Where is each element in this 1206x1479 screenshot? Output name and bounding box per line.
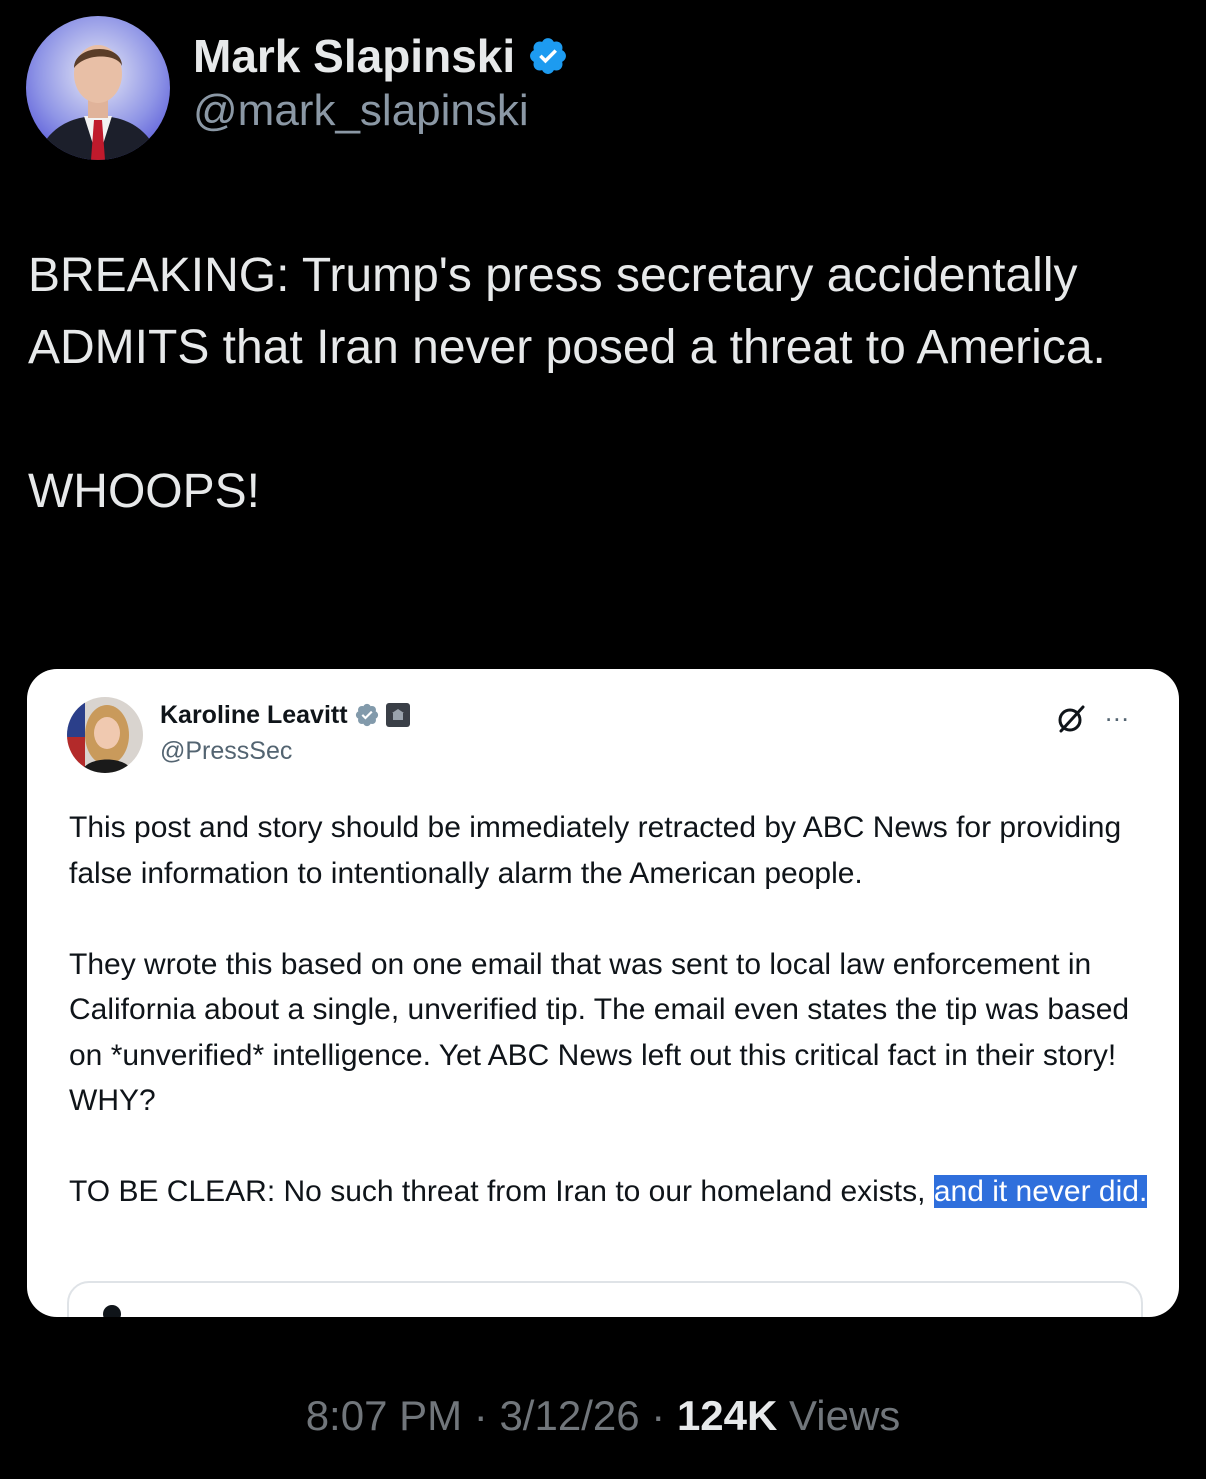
highlighted-text: and it never did. <box>933 1175 1148 1208</box>
grok-icon <box>1055 703 1087 735</box>
tweet-text: BREAKING: Trump's press secretary accide… <box>28 240 1178 528</box>
author-avatar[interactable] <box>26 16 170 160</box>
tweet-paragraph: BREAKING: Trump's press secretary accide… <box>28 249 1106 374</box>
tweet-page: Mark Slapinski @mark_slapinski BREAKING:… <box>0 0 1206 1479</box>
government-badge-icon <box>385 703 410 727</box>
tweet-paragraph: WHOOPS! <box>28 465 261 518</box>
embedded-display-name: Karoline Leavitt <box>160 701 348 729</box>
quoted-avatar <box>103 1305 121 1317</box>
embedded-author-avatar <box>67 697 143 773</box>
tweet-meta: 8:07 PM · 3/12/26 · 124K Views <box>0 1388 1206 1444</box>
author-info: Mark Slapinski @mark_slapinski <box>193 30 569 136</box>
embedded-author-info: Karoline Leavitt @PressSec <box>160 699 410 767</box>
views-count[interactable]: 124K <box>677 1392 777 1439</box>
embedded-post-image[interactable]: Karoline Leavitt @PressSec ... This post… <box>27 669 1179 1317</box>
embedded-handle: @PressSec <box>160 737 293 765</box>
tweet-time[interactable]: 8:07 PM <box>306 1392 462 1439</box>
tweet-date[interactable]: 3/12/26 <box>499 1392 639 1439</box>
embedded-post-text: This post and story should be immediatel… <box>69 805 1149 1215</box>
embedded-paragraph: TO BE CLEAR: No such threat from Iran to… <box>69 1169 1149 1215</box>
quoted-post-card <box>67 1281 1143 1317</box>
author-display-name[interactable]: Mark Slapinski <box>193 30 515 82</box>
views-label: Views <box>789 1392 901 1439</box>
embedded-paragraph: This post and story should be immediatel… <box>69 811 1122 890</box>
embedded-paragraph: They wrote this based on one email that … <box>69 947 1130 1118</box>
verified-badge-icon <box>354 702 380 728</box>
meta-separator: · <box>651 1392 666 1439</box>
embedded-plain-text: TO BE CLEAR: No such threat from Iran to… <box>69 1175 926 1208</box>
verified-badge-icon <box>527 35 569 77</box>
more-options-icon: ... <box>1105 697 1130 727</box>
author-handle[interactable]: @mark_slapinski <box>193 86 569 136</box>
meta-separator: · <box>473 1392 488 1439</box>
